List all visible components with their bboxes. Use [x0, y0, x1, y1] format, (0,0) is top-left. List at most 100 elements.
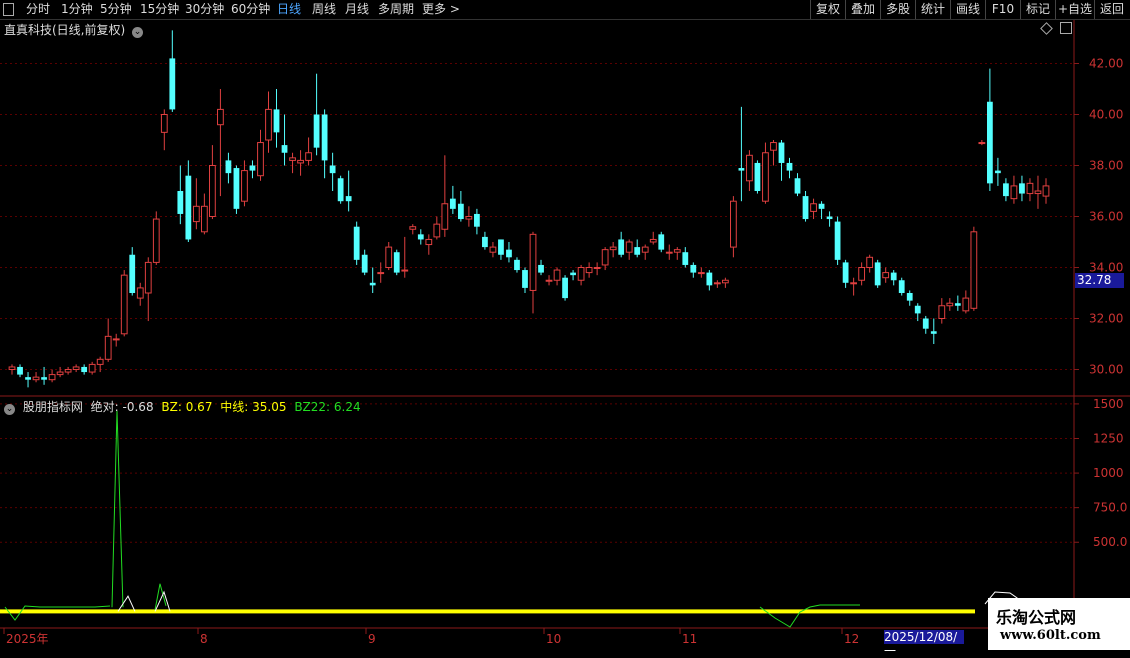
candle-body-up	[72, 366, 80, 371]
candle-body-up	[593, 267, 601, 269]
candle-body-down	[41, 377, 47, 380]
candle-body-up	[970, 231, 978, 309]
candle-body-up	[810, 203, 817, 212]
candle-body-up	[56, 371, 64, 376]
candle-body-down	[233, 168, 240, 209]
candle-body-up	[641, 246, 649, 253]
candle-body-down	[786, 162, 793, 171]
candle-body-down	[802, 196, 809, 220]
indicator-bz22-line	[0, 609, 975, 614]
candle-body-up	[217, 108, 224, 126]
price-axis-label: 30.00	[1089, 363, 1123, 377]
candle-body-up	[32, 376, 40, 381]
candle-body-down	[834, 221, 841, 260]
price-axis-label: 40.00	[1089, 108, 1123, 122]
candle-body-up	[425, 238, 433, 246]
time-axis-label: 8	[200, 632, 208, 646]
candle-body-down	[506, 249, 512, 258]
candle-body-down	[922, 318, 929, 329]
indicator-axis-label: 1000	[1093, 466, 1124, 480]
candle-body-up	[946, 302, 954, 307]
candle-body-down	[17, 366, 23, 375]
candle-body-up	[192, 205, 200, 223]
candle-body-up	[882, 272, 890, 279]
candle-body-up	[1034, 190, 1042, 195]
candle-body-down	[522, 270, 528, 288]
candle-body-down	[81, 366, 88, 373]
candle-body-up	[409, 226, 417, 230]
candle-body-down	[449, 198, 456, 209]
panel-toggle-icon[interactable]	[1060, 22, 1072, 34]
candle-body-down	[361, 254, 368, 273]
candle-body-down	[129, 254, 136, 293]
candle-body-up	[489, 246, 497, 253]
candle-body-down	[281, 145, 288, 153]
candle-body-up	[762, 152, 769, 202]
current-date-label: 2025/12/08/一	[884, 630, 964, 658]
price-axis-label: 38.00	[1089, 159, 1123, 173]
chevron-down-icon[interactable]: ⌄	[4, 404, 15, 415]
candle-body-down	[185, 175, 192, 240]
candle-body-down	[842, 262, 849, 283]
watermark-url: www.60lt.com	[1000, 628, 1101, 643]
candle-body-up	[1010, 185, 1018, 200]
candle-body-down	[618, 239, 625, 255]
candle-body-down	[826, 216, 833, 220]
candle-body-down	[457, 203, 464, 220]
candle-body-down	[954, 303, 961, 306]
candle-body-down	[482, 236, 488, 248]
indicator-spike-abs	[111, 410, 124, 608]
indicator-abs-dip	[759, 604, 860, 628]
candle-body-down	[353, 226, 360, 260]
stock-title: 直真科技(日线,前复权)	[4, 23, 126, 37]
candle-body-down	[874, 262, 881, 286]
candle-body-down	[562, 277, 568, 299]
candle-body-up	[1042, 185, 1050, 197]
candle-body-up	[377, 272, 385, 275]
indicator-bz22-value: BZ22: 6.24	[294, 400, 361, 414]
candle-body-up	[465, 216, 473, 220]
candle-body-up	[601, 249, 609, 266]
candle-body-up	[297, 159, 304, 164]
candle-body-up	[713, 282, 721, 285]
candle-body-up	[730, 200, 737, 248]
candle-body-up	[866, 256, 874, 268]
time-axis-label: 9	[368, 632, 376, 646]
candle-body-down	[995, 170, 1001, 174]
indicator-axis-label: 1250	[1093, 431, 1124, 445]
candle-body-up	[441, 203, 449, 230]
candle-body-down	[393, 252, 400, 273]
indicator-axis-label: 1500	[1093, 397, 1124, 411]
candle-body-down	[890, 272, 897, 281]
candle-body-up	[962, 297, 970, 312]
candle-body-up	[978, 142, 986, 145]
candle-body-down	[369, 282, 376, 286]
chevron-down-icon[interactable]: ⌄	[132, 27, 144, 38]
candle-body-up	[48, 374, 56, 381]
candle-body-up	[209, 165, 216, 217]
time-axis-label: 11	[682, 632, 697, 646]
time-axis-label: 10	[546, 632, 561, 646]
candle-body-down	[417, 234, 424, 240]
candle-body-up	[152, 218, 160, 263]
candle-body-down	[514, 259, 520, 271]
candle-body-down	[1003, 183, 1009, 197]
candle-body-up	[649, 238, 657, 243]
price-axis-label: 42.00	[1089, 57, 1123, 71]
candle-body-up	[433, 223, 441, 238]
candle-body-up	[697, 272, 705, 275]
candle-body-down	[986, 101, 993, 184]
candle-body-down	[906, 293, 913, 301]
candle-body-down	[538, 264, 544, 273]
indicator-abs-value: 绝对: -0.68	[90, 400, 154, 414]
candle-body-down	[818, 203, 825, 209]
candle-body-up	[850, 282, 858, 285]
price-axis-label: 32.00	[1089, 312, 1123, 326]
candle-body-up	[144, 261, 152, 294]
candle-body-up	[529, 233, 537, 291]
candle-body-down	[1019, 183, 1025, 194]
candle-body-down	[329, 165, 336, 174]
candle-body-down	[345, 196, 352, 202]
candle-body-up	[938, 305, 946, 319]
candle-body-up	[609, 246, 617, 251]
